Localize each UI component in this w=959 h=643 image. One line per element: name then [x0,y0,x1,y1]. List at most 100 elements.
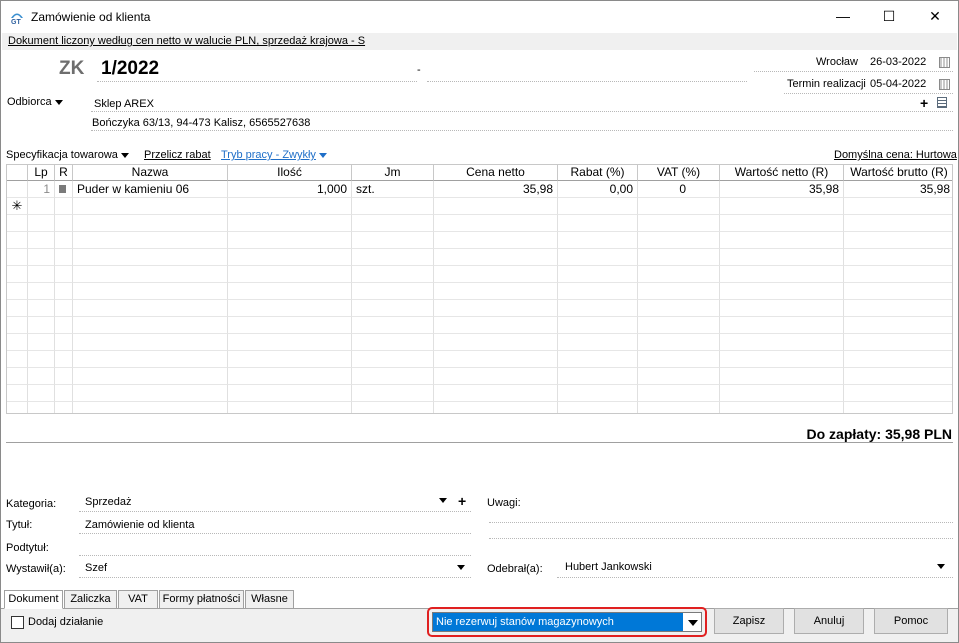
subtitle-line[interactable] [79,555,471,556]
empty-cell [558,351,638,368]
place[interactable]: Wrocław [816,56,858,68]
col-vat[interactable]: VAT (%) [638,165,720,181]
customer-label[interactable]: Odbiorca [7,96,63,108]
issued-dropdown-icon[interactable] [457,565,465,570]
tab-custom[interactable]: Własne [245,590,294,609]
new-row-cell[interactable] [720,198,844,215]
empty-cell [720,266,844,283]
col-r[interactable]: R [55,165,73,181]
new-row-cell[interactable] [228,198,352,215]
due-date[interactable]: 05-04-2022 [870,78,926,90]
minimize-button[interactable]: — [820,1,866,32]
window-title: Zamówienie od klienta [31,10,151,24]
doc-number[interactable]: 1/2022 [101,58,159,80]
new-row-cell[interactable] [352,198,434,215]
customer-name[interactable]: Sklep AREX [94,98,154,110]
empty-cell [7,266,28,283]
empty-cell [844,402,952,413]
empty-cell [720,283,844,300]
empty-cell [844,283,952,300]
category-value[interactable]: Sprzedaż [85,496,131,508]
new-row-cell[interactable] [638,198,720,215]
tab-payment-forms[interactable]: Formy płatności [159,590,244,609]
col-net[interactable]: Wartość netto (R) [720,165,844,181]
cell-discount[interactable]: 0,00 [558,181,638,198]
chevron-down-icon [120,152,129,158]
empty-cell [720,300,844,317]
empty-cell [28,300,55,317]
empty-cell [55,334,73,351]
col-price[interactable]: Cena netto [434,165,558,181]
empty-cell [434,249,558,266]
add-action-checkbox[interactable] [11,616,24,629]
highlight-box [427,607,707,637]
empty-cell [844,266,952,283]
empty-cell [28,215,55,232]
tab-vat[interactable]: VAT [118,590,158,609]
info-link[interactable]: Dokument liczony według cen netto w walu… [8,35,365,47]
items-table[interactable]: Lp R Nazwa Ilość Jm Cena netto Rabat (%)… [6,164,953,414]
cell-qty[interactable]: 1,000 [228,181,352,198]
empty-cell [434,351,558,368]
title-value[interactable]: Zamówienie od klienta [85,519,194,531]
empty-cell [638,232,720,249]
spec-menu[interactable]: Specyfikacja towarowa [6,149,129,161]
issued-line [79,577,471,578]
new-row-cell[interactable] [28,198,55,215]
empty-cell [638,317,720,334]
empty-cell [434,300,558,317]
issued-value[interactable]: Szef [85,562,107,574]
empty-cell [720,385,844,402]
cell-vat[interactable]: 0 [638,181,720,198]
mode-menu[interactable]: Tryb pracy - Zwykły [221,149,327,161]
tab-dokument[interactable]: Dokument [4,590,63,609]
col-discount[interactable]: Rabat (%) [558,165,638,181]
empty-cell [55,402,73,413]
new-row-cell[interactable] [844,198,952,215]
calendar-icon[interactable] [939,79,950,90]
maximize-button[interactable]: ☐ [866,1,912,32]
tab-zaliczka[interactable]: Zaliczka [64,590,117,609]
cell-unit[interactable]: szt. [352,181,434,198]
col-qty[interactable]: Ilość [228,165,352,181]
add-action-label[interactable]: Dodaj działanie [28,616,103,628]
new-row-cell[interactable] [73,198,228,215]
add-category-icon[interactable]: + [458,493,466,509]
empty-cell [73,317,228,334]
add-icon[interactable]: + [920,95,928,111]
notes-line-1[interactable] [489,522,953,523]
default-price-link[interactable]: Domyślna cena: Hurtowa [834,149,957,161]
col-lp[interactable]: Lp [28,165,55,181]
close-button[interactable]: ✕ [912,1,958,32]
empty-cell [7,385,28,402]
notes-line-2[interactable] [489,538,953,539]
empty-cell [844,368,952,385]
new-row-icon[interactable]: ✳ [7,198,28,215]
col-name[interactable]: Nazwa [73,165,228,181]
received-dropdown-icon[interactable] [937,564,945,569]
new-row-cell[interactable] [558,198,638,215]
category-dropdown-icon[interactable] [439,498,447,503]
issue-date[interactable]: 26-03-2022 [870,56,926,68]
cell-name[interactable]: Puder w kamieniu 06 [73,181,228,198]
reservation-marker-icon [59,185,66,193]
cell-price[interactable]: 35,98 [434,181,558,198]
total-to-pay: Do zapłaty: 35,98 PLN [806,426,953,442]
new-row-cell[interactable] [55,198,73,215]
empty-cell [638,368,720,385]
new-row-cell[interactable] [434,198,558,215]
row-selector[interactable] [7,181,28,198]
empty-cell [638,249,720,266]
save-button[interactable]: Zapisz [714,608,784,634]
cancel-button[interactable]: Anuluj [794,608,864,634]
card-icon[interactable] [937,97,947,108]
empty-cell [7,215,28,232]
calendar-icon[interactable] [939,57,950,68]
recalc-discount-link[interactable]: Przelicz rabat [144,149,211,161]
col-unit[interactable]: Jm [352,165,434,181]
empty-cell [7,232,28,249]
col-gross[interactable]: Wartość brutto (R) [844,165,952,181]
help-button[interactable]: Pomoc [874,608,948,634]
cell-net: 35,98 [720,181,844,198]
received-value[interactable]: Hubert Jankowski [565,561,652,573]
